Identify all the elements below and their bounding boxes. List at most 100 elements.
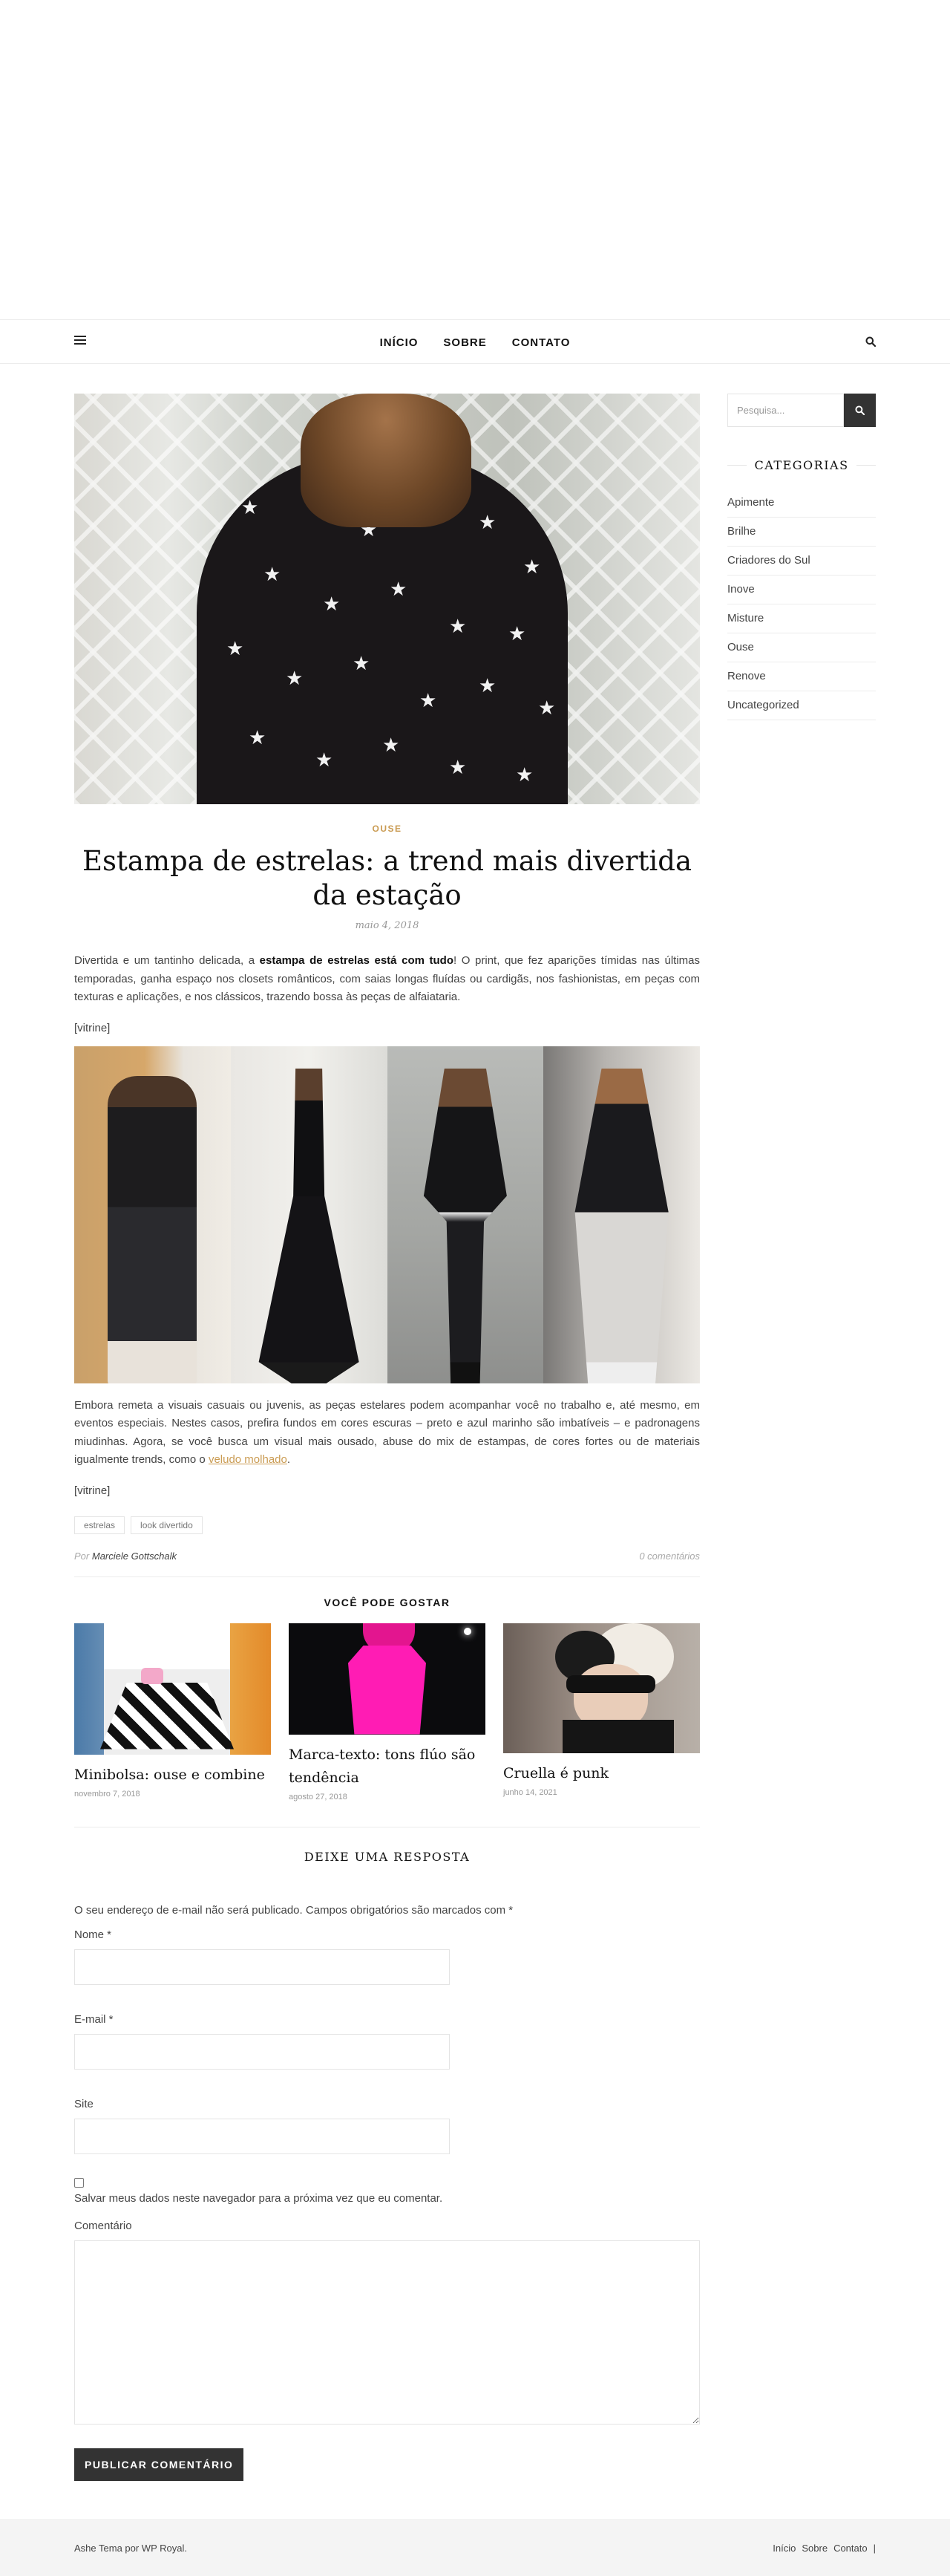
looks-collage [74, 1046, 700, 1383]
vitrine-shortcode-1: [vitrine] [74, 1021, 111, 1034]
name-field-group: Nome * [74, 1928, 700, 1985]
star-print: ★ [449, 615, 467, 637]
post-date: maio 4, 2018 [355, 920, 419, 931]
main-navbar: INÍCIO SOBRE CONTATO [0, 319, 950, 364]
site-input[interactable] [74, 2118, 450, 2154]
star-print: ★ [479, 511, 497, 533]
category-item-misture[interactable]: Misture [727, 604, 876, 633]
email-field-group: E-mail * [74, 2013, 700, 2070]
name-input[interactable] [74, 1949, 450, 1985]
footer-link-inicio[interactable]: Início [773, 2543, 796, 2554]
category-item-inove[interactable]: Inove [727, 575, 876, 604]
star-print: ★ [390, 578, 407, 600]
related-post-2-image[interactable] [289, 1623, 485, 1735]
name-label: Nome * [74, 1928, 112, 1941]
look-photo-1 [74, 1046, 231, 1383]
related-post-3-image[interactable] [503, 1623, 700, 1753]
star-print: ★ [419, 689, 437, 711]
related-post-3[interactable]: Cruella é punk junho 14, 2021 [503, 1623, 700, 1801]
related-post-1-title[interactable]: Minibolsa: ouse e combine [74, 1764, 271, 1787]
related-post-1-image[interactable] [74, 1623, 271, 1755]
sidebar-search-input[interactable]: Pesquisa... [727, 394, 844, 427]
star-print: ★ [449, 756, 467, 778]
related-posts-title: VOCÊ PODE GOSTAR [324, 1596, 451, 1608]
post-meta: Por Marciele Gottschalk 0 comentários [74, 1551, 700, 1577]
related-post-2-date: agosto 27, 2018 [289, 1792, 347, 1801]
star-print: ★ [286, 667, 304, 689]
nav-link-contato[interactable]: CONTATO [512, 336, 571, 349]
star-print: ★ [516, 763, 534, 786]
star-print: ★ [523, 555, 541, 578]
site-field-group: Site [74, 2098, 700, 2154]
footer-link-contato[interactable]: Contato [833, 2543, 868, 2554]
star-print: ★ [508, 622, 526, 645]
post-main: ★★★★★★★★★★★★★★★★★★★★★★ OUSE Estampa de e… [74, 394, 700, 2481]
related-post-1[interactable]: Minibolsa: ouse e combine novembro 7, 20… [74, 1623, 271, 1801]
comment-field-group: Comentário [74, 2220, 700, 2425]
related-post-1-date: novembro 7, 2018 [74, 1789, 140, 1799]
sidebar-search: Pesquisa... [727, 394, 876, 427]
category-item-ouse[interactable]: Ouse [727, 633, 876, 662]
star-print: ★ [353, 652, 370, 674]
category-item-renove[interactable]: Renove [727, 662, 876, 691]
post-title: Estampa de estrelas: a trend mais divert… [82, 845, 692, 911]
star-print: ★ [249, 726, 266, 749]
star-print: ★ [382, 734, 400, 756]
footer-link-sobre[interactable]: Sobre [802, 2543, 828, 2554]
sidebar: Pesquisa... CATEGORIAS Apimente Brilhe C… [727, 394, 876, 720]
reply-title: DEIXE UMA RESPOSTA [304, 1849, 471, 1864]
post-paragraph-1: Divertida e um tantinho delicada, a esta… [74, 954, 700, 1003]
post-author[interactable]: Marciele Gottschalk [92, 1551, 177, 1562]
email-label: E-mail * [74, 2012, 114, 2026]
sidebar-search-button[interactable] [844, 394, 876, 427]
star-print: ★ [323, 593, 341, 615]
categories-list: Apimente Brilhe Criadores do Sul Inove M… [727, 489, 876, 720]
related-post-2[interactable]: Marca-texto: tons flúo são tendência ago… [289, 1623, 485, 1801]
related-post-3-title[interactable]: Cruella é punk [503, 1762, 700, 1785]
star-print: ★ [315, 749, 333, 771]
category-item-brilhe[interactable]: Brilhe [727, 518, 876, 547]
cookie-consent-row: Salvar meus dados neste navegador para a… [74, 2177, 700, 2205]
category-item-criadores-do-sul[interactable]: Criadores do Sul [727, 547, 876, 575]
footer-credit: Ashe Tema por WP Royal. [74, 2543, 187, 2554]
comments-count[interactable]: 0 comentários [639, 1551, 700, 1562]
email-input[interactable] [74, 2033, 450, 2070]
related-post-2-title[interactable]: Marca-texto: tons flúo são tendência [289, 1744, 485, 1790]
related-post-3-date: junho 14, 2021 [503, 1787, 557, 1797]
footer-separator: | [873, 2543, 876, 2554]
tag-estrelas[interactable]: estrelas [74, 1516, 125, 1534]
nav-link-sobre[interactable]: SOBRE [443, 336, 486, 349]
star-print: ★ [226, 637, 244, 659]
star-print: ★ [263, 563, 281, 585]
star-print: ★ [538, 697, 556, 719]
star-print: ★ [241, 496, 259, 518]
look-photo-3 [387, 1046, 544, 1383]
tag-look-divertido[interactable]: look divertido [131, 1516, 203, 1534]
post-paragraph-2: Embora remeta a visuais casuais ou juven… [74, 1398, 700, 1467]
veludo-molhado-link[interactable]: veludo molhado [209, 1453, 287, 1466]
featured-image: ★★★★★★★★★★★★★★★★★★★★★★ [74, 394, 700, 804]
cookie-consent-label: Salvar meus dados neste navegador para a… [74, 2191, 443, 2205]
header-banner-space [0, 0, 950, 319]
look-photo-2 [230, 1046, 387, 1383]
comment-notes: O seu endereço de e-mail não será public… [74, 1903, 514, 1917]
nav-links: INÍCIO SOBRE CONTATO [0, 320, 950, 365]
comment-textarea[interactable] [74, 2240, 700, 2425]
nav-link-inicio[interactable]: INÍCIO [380, 336, 419, 349]
categories-widget-title: CATEGORIAS [727, 458, 876, 472]
submit-comment-button[interactable]: PUBLICAR COMENTÁRIO [74, 2448, 244, 2481]
comment-label: Comentário [74, 2219, 132, 2232]
star-print: ★ [479, 674, 497, 697]
post-tags: estrelas look divertido [74, 1516, 700, 1534]
cookie-consent-checkbox[interactable] [74, 2177, 84, 2188]
author-prefix: Por [74, 1550, 90, 1562]
vitrine-shortcode-2: [vitrine] [74, 1484, 111, 1497]
related-posts: Minibolsa: ouse e combine novembro 7, 20… [74, 1623, 700, 1801]
look-photo-4 [543, 1046, 700, 1383]
site-footer: Ashe Tema por WP Royal. Início Sobre Con… [0, 2519, 950, 2576]
category-item-uncategorized[interactable]: Uncategorized [727, 691, 876, 720]
search-icon[interactable] [865, 336, 876, 347]
post-category[interactable]: OUSE [74, 824, 700, 834]
category-item-apimente[interactable]: Apimente [727, 489, 876, 518]
search-icon [855, 405, 865, 415]
